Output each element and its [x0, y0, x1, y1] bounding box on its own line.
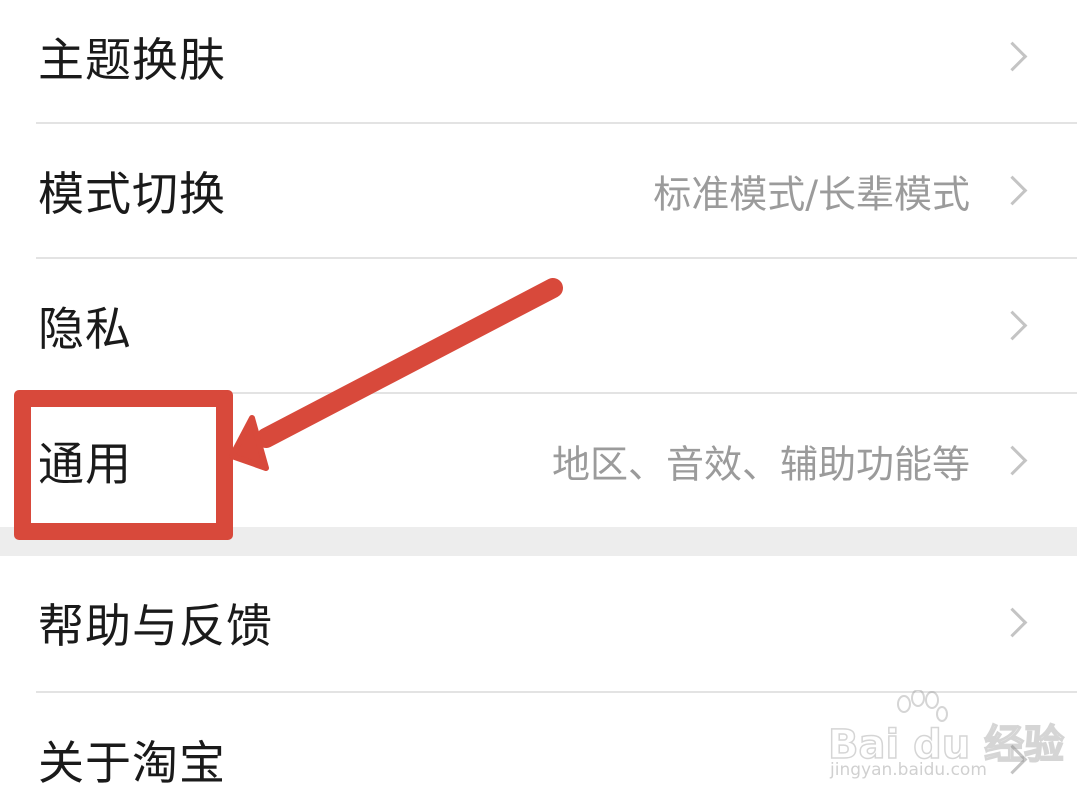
- chevron-right-icon: [997, 607, 1028, 638]
- settings-screen: 主题换肤 模式切换 标准模式/长辈模式 隐私 通用 地区、音效、辅助功能等 帮助…: [0, 0, 1077, 807]
- annotation-highlight-box: [14, 390, 233, 540]
- chevron-right-icon: [997, 41, 1028, 72]
- chevron-right-icon: [997, 445, 1028, 476]
- chevron-right-icon: [997, 310, 1028, 341]
- settings-row-label: 主题换肤: [38, 33, 226, 87]
- settings-row-value: 地区、音效、辅助功能等: [551, 442, 970, 487]
- settings-row-theme[interactable]: 主题换肤: [0, 0, 1077, 124]
- settings-row-privacy[interactable]: 隐私: [0, 259, 1077, 393]
- settings-row-label: 隐私: [38, 302, 132, 356]
- baidu-jingyan-watermark: Bai du 经验 jingyan.baidu.com: [827, 690, 1065, 790]
- settings-row-mode-switch[interactable]: 模式切换 标准模式/长辈模式: [0, 124, 1077, 258]
- settings-row-label: 关于淘宝: [38, 736, 226, 790]
- settings-row-label: 模式切换: [38, 167, 226, 221]
- chevron-right-icon: [997, 175, 1028, 206]
- settings-row-value: 标准模式/长辈模式: [653, 172, 970, 217]
- settings-row-help-feedback[interactable]: 帮助与反馈: [0, 556, 1077, 690]
- watermark-url: jingyan.baidu.com: [830, 760, 987, 780]
- settings-row-label: 帮助与反馈: [38, 599, 273, 653]
